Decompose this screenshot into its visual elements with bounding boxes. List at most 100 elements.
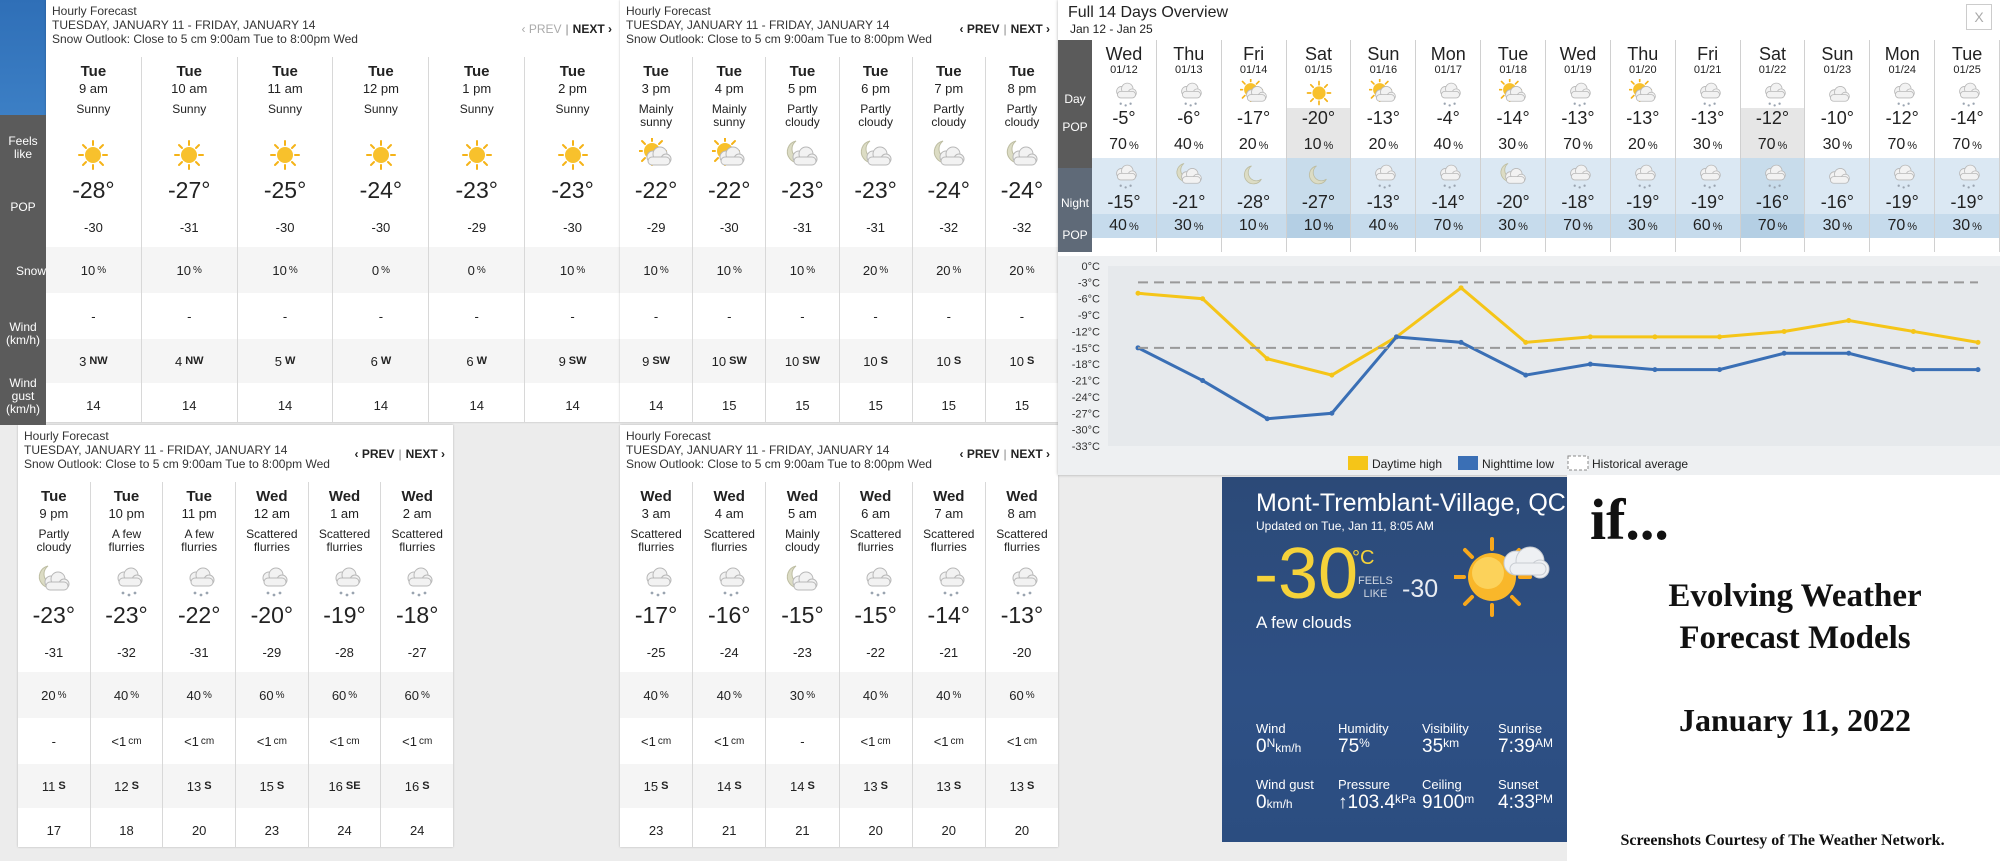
pop-unit: % [806,264,816,276]
day-name: Tue [1951,44,1983,64]
pager-separator: | [565,22,569,36]
overview-grid: Wed 01/12 -5° 70% -15° 40% Thu 01/13 -6° 40% -21° 3… [1092,40,2000,252]
day-pop: 20% [1611,132,1675,158]
temp-unit: °C [1352,547,1375,569]
legend-swatch [1567,455,1589,471]
next-button[interactable]: NEXT › [1011,447,1050,461]
hour-condition: Scattered flurries [703,527,755,554]
hour-day: Tue [463,63,490,80]
legend-swatch [1348,456,1368,470]
feels-like-value: -24 [693,632,766,672]
hour-column: Tue 9 am Sunny -28° -30 10% -3 NW 14 [46,57,142,422]
feels-like-value: -32 [912,207,985,247]
legend-label: Historical average [1592,457,1688,471]
pop-cell: 40% [693,672,766,718]
hour-time: 7 pm [934,81,964,96]
wind-gust-metric-label: Wind gust [1256,777,1314,792]
snow-label: Snow [15,264,46,278]
hour-day: Tue [272,63,298,80]
feels-like-word1: FEELS [1358,575,1393,587]
pop-value: 10 [716,262,732,278]
day-high: -14° [1496,108,1530,128]
day-high: -17° [1237,108,1271,128]
temperature-chart: 0°C -3°C -6°C -9°C -12°C -15°C -18°C -21°C -24°C… [1058,256,2000,475]
wind-cell: 15 S [620,764,693,808]
overview-panel: Full 14 Days Overview Jan 12 - Jan 25 X … [1058,0,2000,475]
wind-gust-value: 14 [429,383,525,422]
pop-unit: % [1025,264,1035,276]
day-pop-unit: % [1388,140,1399,152]
pager-separator: | [1003,447,1007,461]
snow-cell: <1 cm [693,718,766,764]
next-button[interactable]: NEXT › [573,22,612,36]
sun-icon [76,133,110,177]
snow-unit: cm [1023,735,1038,747]
hour-temp: -15° [781,602,824,628]
day-date: 01/21 [1693,64,1722,76]
humidity-metric: Humidity 75% [1338,721,1389,758]
hour-column: Tue 1 pm Sunny -23° -29 0% -6 W 14 [429,57,526,422]
hour-time: 6 am [861,506,891,521]
snow-cell: - [237,293,333,339]
pop-cell: 60% [381,672,453,718]
wind-gust-value: 21 [693,808,766,847]
legend-label: Daytime high [1372,457,1442,471]
sunrise-metric: Sunrise 7:39AM [1498,721,1553,758]
moon-cloud-icon [1005,133,1039,177]
snow-cell: - [141,293,237,339]
wind-speed: 11 [41,778,56,794]
wind-direction: S [276,780,285,792]
prev-button[interactable]: ‹ PREV [960,22,1000,36]
hour-time: 12 am [253,506,290,521]
night-label: Night [1060,196,1089,210]
hour-time: 5 am [787,506,817,521]
snow-value: <1 [111,733,127,749]
hour-temp: -24° [1000,177,1044,203]
plot-area [1108,266,2000,446]
wind-speed: 10 [1009,353,1024,369]
feels-like-value: -30 [525,207,620,247]
wind-direction: S [661,780,669,792]
night-low: -18° [1546,192,1610,214]
wind-gust-value: 21 [766,808,839,847]
pop-unit: % [952,689,962,701]
pop-cell: 0% [333,247,429,293]
snow-value: <1 [714,733,729,749]
current-temp: -30 [1254,534,1359,614]
snow-value: - [800,733,805,749]
feels-like-value: -31 [18,632,90,672]
panel-title: Hourly Forecast [24,429,109,443]
night-low: -19° [1610,192,1675,214]
prev-button[interactable]: ‹ PREV [960,447,1000,461]
hour-day: Tue [935,63,962,80]
hour-day: Wed [1006,488,1038,505]
feels-like-value: -27 [381,632,453,672]
hour-temp: -17° [634,602,678,628]
moon-cloud-icon [1156,158,1221,192]
day-name: Sun [1367,44,1400,64]
hour-temp: -14° [927,602,970,628]
day-pop: 70% [1935,132,1999,158]
next-button[interactable]: NEXT › [1011,22,1050,36]
prev-button[interactable]: ‹ PREV [522,22,562,36]
day-pop-value: 70 [1563,136,1581,153]
day-pop-unit: % [1453,140,1464,152]
wind-direction: S [807,780,815,792]
prev-button[interactable]: ‹ PREV [355,447,395,461]
feels-like-value: -23 [766,632,839,672]
wind-direction: S [953,355,962,367]
wind-direction: W [380,355,392,367]
wind-cell: 13 S [985,764,1058,808]
day-pop: 70% [1870,132,1934,158]
y-tick-label: -24°C [1072,392,1100,404]
day-pop: 40% [1157,132,1221,158]
pop-cell: 40% [912,672,985,718]
wind-gust-value: 14 [525,383,620,422]
pop-unit: % [1025,689,1035,701]
close-button[interactable]: X [1966,4,1992,30]
day-column: Wed 01/12 -5° 70% -15° 40% [1092,40,1157,252]
next-button[interactable]: NEXT › [406,447,445,461]
sun-icon [556,133,590,177]
hour-condition: Mainly cloudy [785,527,820,554]
hour-time: 8 am [1007,506,1037,521]
